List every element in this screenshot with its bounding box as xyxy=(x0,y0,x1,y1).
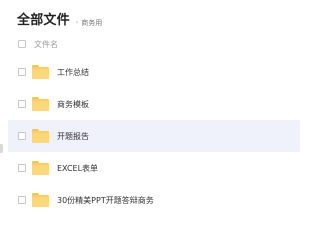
breadcrumb-current[interactable]: 商务用 xyxy=(81,18,102,28)
page-title[interactable]: 全部文件 xyxy=(17,9,70,28)
file-name[interactable]: 商务模板 xyxy=(57,99,89,110)
folder-icon xyxy=(32,129,49,143)
row-checkbox[interactable] xyxy=(18,100,26,108)
file-name[interactable]: 30份精美PPT开题答辩商务 xyxy=(57,195,154,206)
file-name[interactable]: 工作总结 xyxy=(57,67,89,78)
row-checkbox[interactable] xyxy=(18,68,26,76)
column-name-header[interactable]: 文件名 xyxy=(34,39,58,50)
file-browser: 全部文件 › 商务用 文件名 工作总结 商务模板 开题报告 EXCEL表单 30… xyxy=(0,0,300,233)
row-checkbox[interactable] xyxy=(18,164,26,172)
breadcrumb: › 商务用 xyxy=(76,18,102,28)
row-checkbox[interactable] xyxy=(18,132,26,140)
list-item[interactable]: 商务模板 xyxy=(8,88,300,120)
folder-icon xyxy=(32,97,49,111)
list-item[interactable]: 开题报告 xyxy=(8,120,300,152)
header: 全部文件 › 商务用 xyxy=(17,9,102,28)
folder-icon xyxy=(32,65,49,79)
list-item[interactable]: 30份精美PPT开题答辩商务 xyxy=(8,184,300,216)
list-item[interactable]: 工作总结 xyxy=(8,56,300,88)
row-checkbox[interactable] xyxy=(18,196,26,204)
file-name[interactable]: EXCEL表单 xyxy=(57,163,98,174)
file-list: 工作总结 商务模板 开题报告 EXCEL表单 30份精美PPT开题答辩商务 xyxy=(8,56,300,216)
breadcrumb-separator-icon: › xyxy=(75,19,79,26)
folder-icon xyxy=(32,161,49,175)
sidebar-collapse-handle[interactable] xyxy=(0,144,3,153)
list-item[interactable]: EXCEL表单 xyxy=(8,152,300,184)
select-all-checkbox[interactable] xyxy=(18,40,26,48)
file-name[interactable]: 开题报告 xyxy=(57,131,89,142)
folder-icon xyxy=(32,193,49,207)
column-header: 文件名 xyxy=(18,38,58,50)
